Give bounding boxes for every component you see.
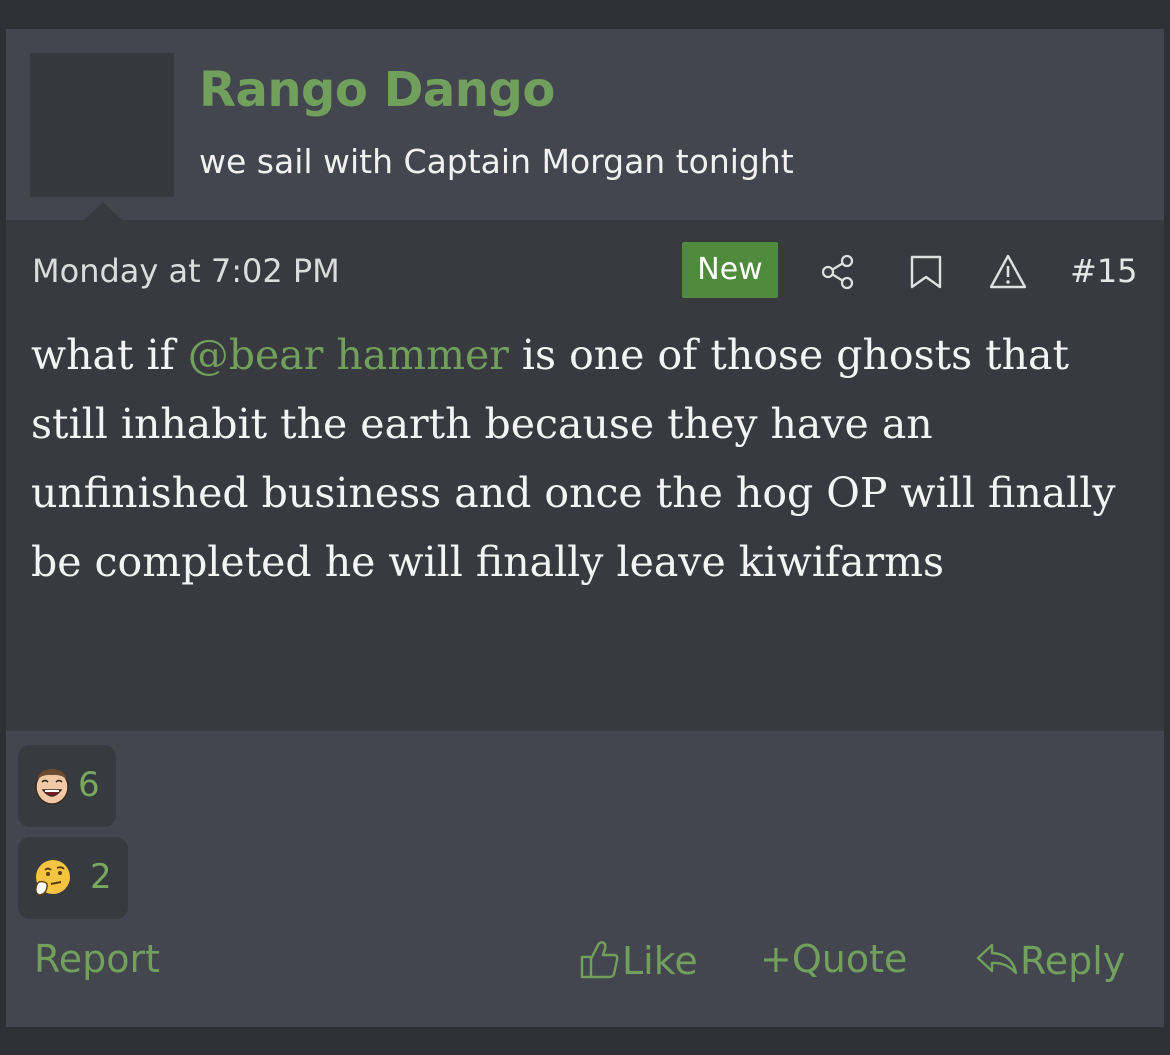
post-number[interactable]: #15: [1070, 252, 1138, 290]
report-button[interactable]: Report: [34, 937, 160, 981]
message-text: what if @bear hammer is one of those gho…: [31, 321, 1141, 597]
user-title: we sail with Captain Morgan tonight: [199, 142, 794, 181]
new-badge: New: [682, 242, 778, 298]
quote-label: Quote: [791, 937, 908, 981]
message-meta: Monday at 7:02 PM New #15: [6, 220, 1164, 330]
user-block-arrow: [84, 202, 122, 220]
bookmark-icon[interactable]: [906, 252, 946, 292]
message-text-before: what if: [31, 331, 188, 379]
like-button[interactable]: Like: [578, 937, 698, 990]
reaction-count: 2: [90, 857, 112, 897]
user-mention[interactable]: @bear hammer: [188, 331, 509, 379]
plus-icon: +: [760, 937, 792, 981]
reaction-count: 6: [78, 765, 100, 805]
reaction-laugh[interactable]: 6: [18, 745, 116, 827]
warning-icon[interactable]: [988, 252, 1028, 292]
reaction-thinking[interactable]: 2: [18, 837, 128, 919]
laughing-face-icon: [32, 766, 72, 806]
quote-button[interactable]: +Quote: [760, 937, 907, 981]
share-icon[interactable]: [818, 252, 858, 292]
like-label: Like: [622, 939, 698, 983]
post-date[interactable]: Monday at 7:02 PM: [32, 252, 340, 290]
thumbs-up-icon: [578, 937, 622, 990]
reply-icon: [974, 937, 1020, 990]
thinking-face-icon: [32, 858, 72, 898]
avatar[interactable]: [30, 53, 174, 197]
username[interactable]: Rango Dango: [199, 62, 555, 118]
reply-button[interactable]: Reply: [974, 937, 1125, 990]
message-body: Monday at 7:02 PM New #15 what if @bear …: [6, 220, 1164, 731]
reply-label: Reply: [1020, 939, 1126, 983]
post: Rango Dango we sail with Captain Morgan …: [6, 29, 1164, 1027]
user-block: Rango Dango we sail with Captain Morgan …: [6, 29, 1164, 220]
